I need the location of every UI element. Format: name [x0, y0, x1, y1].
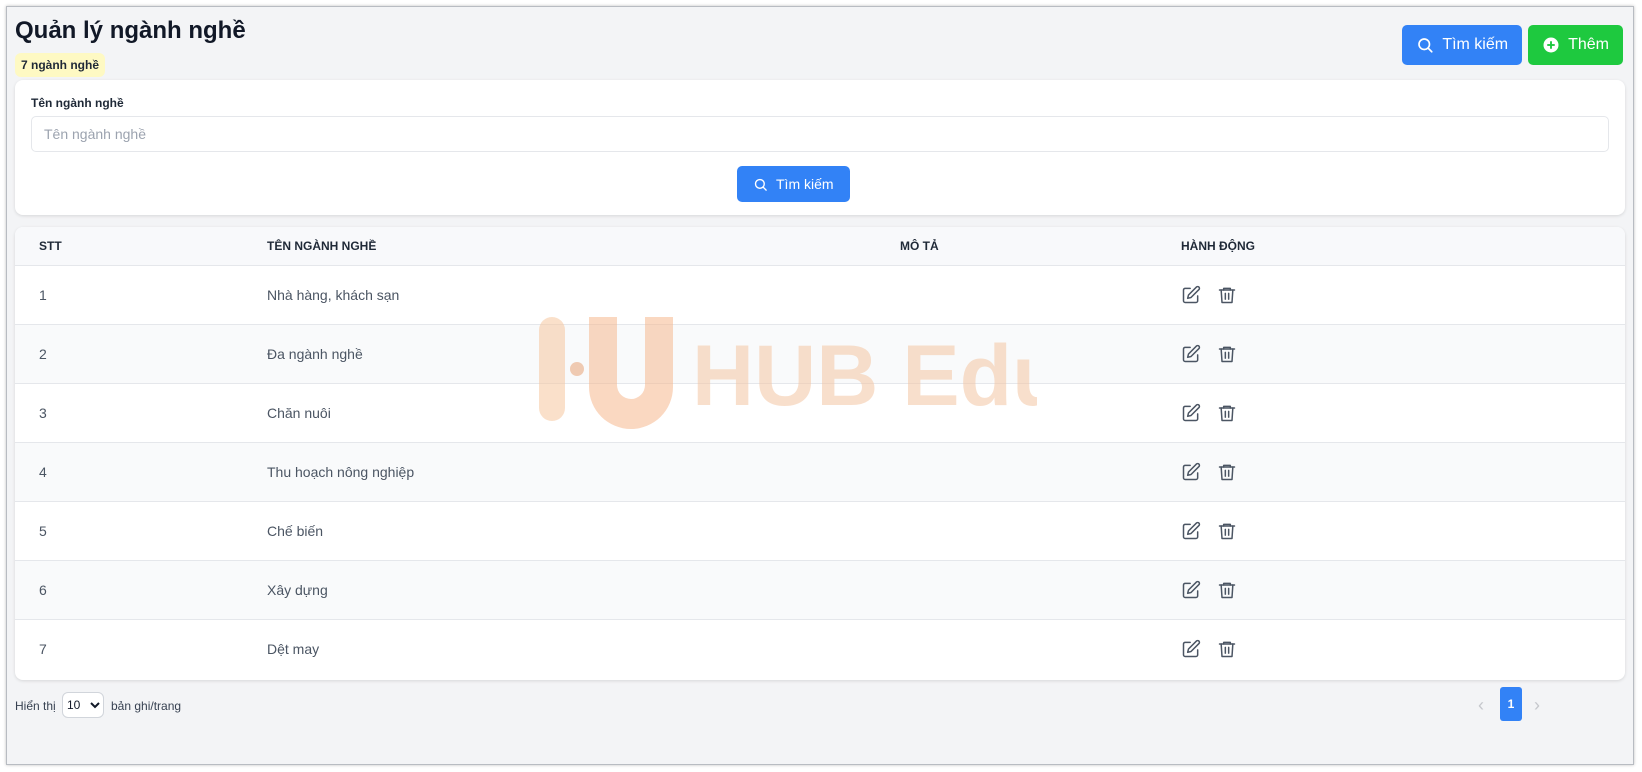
page-title: Quản lý ngành nghề [15, 17, 246, 44]
row-name: Chăn nuôi [267, 404, 331, 421]
row-stt: 4 [39, 463, 47, 480]
header-search-label: Tìm kiếm [1442, 36, 1509, 53]
edit-icon[interactable] [1181, 580, 1201, 600]
add-label: Thêm [1568, 36, 1609, 53]
chevron-left-icon[interactable]: ‹ [1478, 695, 1484, 716]
row-stt: 3 [39, 404, 47, 421]
column-header-name: TÊN NGÀNH NGHỀ [267, 238, 377, 253]
row-stt: 7 [39, 640, 47, 657]
edit-icon[interactable] [1181, 344, 1201, 364]
row-stt: 5 [39, 522, 47, 539]
trash-icon[interactable] [1217, 639, 1237, 659]
table-row: 1 Nhà hàng, khách sạn [15, 265, 1625, 324]
table-row: 5 Chế biến [15, 501, 1625, 560]
row-name: Dệt may [267, 640, 320, 657]
row-description [900, 442, 1181, 501]
table-row: 4 Thu hoạch nông nghiệp [15, 442, 1625, 501]
trash-icon[interactable] [1217, 403, 1237, 423]
column-header-description: MÔ TẢ [900, 238, 939, 253]
trash-icon[interactable] [1217, 521, 1237, 541]
industry-table: STT TÊN NGÀNH NGHỀ MÔ TẢ HÀNH ĐỘNG 1 Nhà… [15, 227, 1625, 678]
edit-icon[interactable] [1181, 403, 1201, 423]
header-search-button[interactable]: Tìm kiếm [1402, 25, 1523, 65]
edit-icon[interactable] [1181, 521, 1201, 541]
edit-icon[interactable] [1181, 462, 1201, 482]
row-description [900, 265, 1181, 324]
row-description [900, 324, 1181, 383]
row-description [900, 560, 1181, 619]
industry-name-input[interactable] [31, 116, 1609, 152]
trash-icon[interactable] [1217, 344, 1237, 364]
page-1-button[interactable]: 1 [1500, 687, 1522, 721]
row-name: Đa ngành nghề [267, 345, 363, 362]
table-row: 6 Xây dựng [15, 560, 1625, 619]
column-header-stt: STT [39, 238, 62, 253]
filter-search-button[interactable]: Tìm kiếm [737, 166, 850, 202]
show-label: Hiển thị [15, 699, 56, 713]
count-badge: 7 ngành nghề [15, 53, 105, 77]
plus-circle-icon [1542, 36, 1560, 54]
filter-panel: Tên ngành nghề Tìm kiếm [15, 80, 1625, 215]
row-stt: 6 [39, 581, 47, 598]
industry-table-card: STT TÊN NGÀNH NGHỀ MÔ TẢ HÀNH ĐỘNG 1 Nhà… [15, 227, 1625, 680]
row-name: Thu hoạch nông nghiệp [267, 463, 415, 480]
add-button[interactable]: Thêm [1528, 25, 1623, 65]
row-description [900, 619, 1181, 678]
app-window: Quản lý ngành nghề 7 ngành nghề Tìm kiếm… [6, 6, 1634, 765]
row-name: Chế biến [267, 522, 324, 539]
table-row: 2 Đa ngành nghề [15, 324, 1625, 383]
search-icon [753, 177, 768, 192]
edit-icon[interactable] [1181, 285, 1201, 305]
row-description [900, 501, 1181, 560]
table-body: 1 Nhà hàng, khách sạn 2 Đa ngành nghề 3 … [15, 265, 1625, 678]
trash-icon[interactable] [1217, 580, 1237, 600]
chevron-right-icon[interactable]: › [1534, 695, 1540, 716]
column-header-actions: HÀNH ĐỘNG [1181, 238, 1255, 253]
top-actions: Tìm kiếm Thêm [1402, 25, 1623, 65]
row-name: Nhà hàng, khách sạn [267, 286, 400, 303]
page-size-select[interactable]: 10 [62, 692, 104, 718]
trash-icon[interactable] [1217, 462, 1237, 482]
per-page-label: bản ghi/trang [111, 699, 182, 713]
table-row: 7 Dệt may [15, 619, 1625, 678]
search-icon [1416, 36, 1434, 54]
table-row: 3 Chăn nuôi [15, 383, 1625, 442]
table-header-row: STT TÊN NGÀNH NGHỀ MÔ TẢ HÀNH ĐỘNG [15, 227, 1625, 265]
trash-icon[interactable] [1217, 285, 1237, 305]
row-stt: 2 [39, 345, 47, 362]
filter-search-label: Tìm kiếm [776, 176, 834, 192]
edit-icon[interactable] [1181, 639, 1201, 659]
filter-label: Tên ngành nghề [31, 96, 124, 110]
row-stt: 1 [39, 286, 47, 303]
pagination-footer: Hiển thị 10 bản ghi/trang ‹ 1 › [15, 687, 1625, 727]
row-description [900, 383, 1181, 442]
row-name: Xây dựng [267, 581, 328, 598]
